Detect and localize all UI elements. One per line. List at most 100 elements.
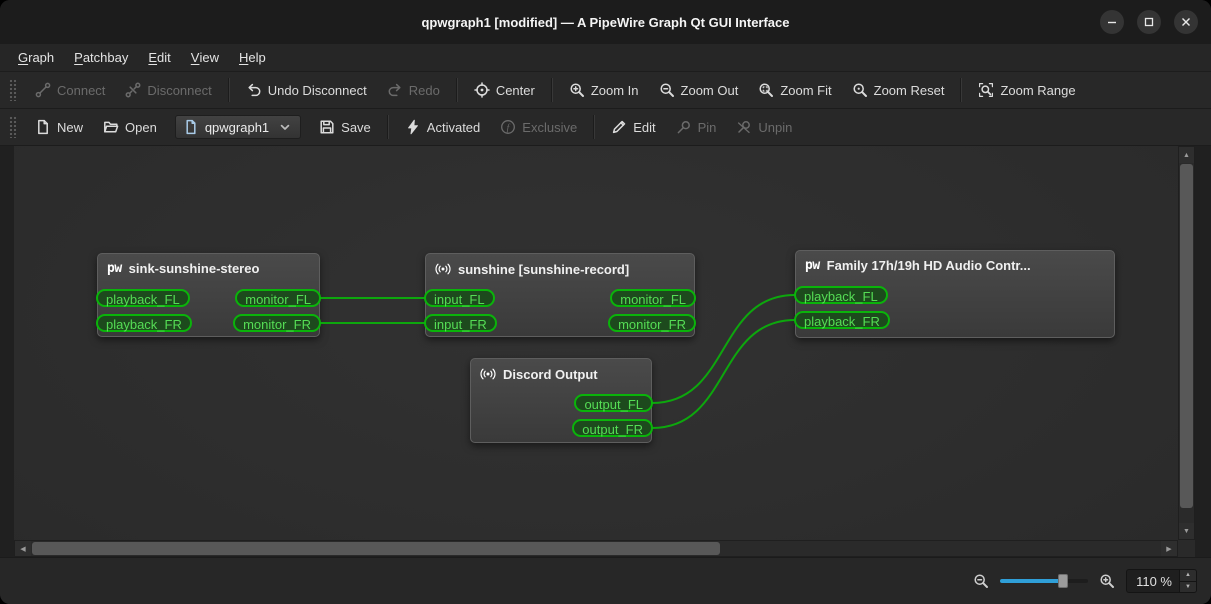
pin-icon [676, 119, 692, 135]
titlebar: qpwgraph1 [modified] — A PipeWire Graph … [0, 0, 1211, 44]
toolbar-button-label: Exclusive [522, 119, 578, 135]
toolbar-button-label: Save [341, 119, 371, 135]
toolbar-separator [593, 115, 596, 139]
port-playback_FR[interactable]: playback_FR [96, 314, 192, 332]
chevron-down-icon [277, 119, 293, 135]
port-monitor_FL[interactable]: monitor_FL [610, 289, 696, 307]
port-input_FR[interactable]: input_FR [424, 314, 497, 332]
maximize-icon [1144, 15, 1154, 30]
close-icon [1181, 15, 1191, 30]
scroll-down-button[interactable]: ▼ [1179, 523, 1194, 539]
close-button[interactable] [1174, 10, 1198, 34]
toolbar-button-new[interactable]: New [26, 114, 92, 140]
toolbar-drag-handle[interactable] [9, 116, 17, 138]
vertical-scroll-track[interactable] [1180, 164, 1193, 522]
toolbar-button-save[interactable]: Save [310, 114, 380, 140]
toolbar-button-zoom-reset[interactable]: Zoom Reset [843, 77, 954, 103]
toolbar-button-label: Pin [697, 119, 717, 135]
main-area: pw sink-sunshine-stereo playback_FL playbac… [0, 146, 1211, 557]
node-title: Family 17h/19h HD Audio Contr... [826, 258, 1031, 273]
vertical-scroll-thumb[interactable] [1180, 164, 1193, 508]
toolbar-separator [550, 78, 553, 102]
disconnect-icon [125, 82, 141, 98]
horizontal-scrollbar[interactable]: ◀ ▶ [14, 540, 1178, 557]
zoom-spin-arrows: ▲ ▼ [1179, 570, 1196, 592]
toolbar-button-label: Zoom Fit [780, 82, 832, 98]
toolbar-button-label: Connect [57, 82, 106, 98]
zoom-in-icon[interactable] [1099, 573, 1115, 589]
toolbar-drag-handle[interactable] [9, 79, 17, 101]
port-monitor_FR[interactable]: monitor_FR [608, 314, 696, 332]
toolbar-button-label: Unpin [758, 119, 793, 135]
port-output_FL[interactable]: output_FL [574, 394, 653, 412]
menu-edit[interactable]: Edit [138, 44, 180, 71]
node-family-hd-audio[interactable]: pw Family 17h/19h HD Audio Contr... playba… [794, 250, 1115, 338]
center-icon [474, 82, 490, 98]
vertical-scrollbar[interactable]: ▲ ▼ [1178, 146, 1195, 540]
toolbar-button-zoom-range[interactable]: Zoom Range [969, 77, 1084, 103]
svg-text:f: f [507, 122, 511, 133]
menu-patchbay[interactable]: Patchbay [64, 44, 138, 71]
zoom-slider[interactable] [1000, 572, 1089, 590]
node-sunshine[interactable]: sunshine [sunshine-record] input_FL input_… [424, 253, 696, 337]
redo-icon [387, 82, 403, 98]
unpin-icon [736, 119, 752, 135]
connect-icon [35, 82, 51, 98]
toolbar-button-redo: Redo [378, 77, 449, 103]
window-title: qpwgraph1 [modified] — A PipeWire Graph … [421, 14, 790, 30]
horizontal-scroll-thumb[interactable] [32, 542, 721, 555]
toolbar-button-label: Zoom Range [1000, 82, 1076, 98]
minimize-icon [1107, 15, 1117, 30]
zoom-slider-handle[interactable] [1058, 574, 1069, 588]
port-playback_FR[interactable]: playback_FR [794, 311, 890, 329]
toolbar-button-label: Zoom Out [680, 82, 739, 98]
toolbar-button-label: Undo Disconnect [267, 82, 367, 98]
spin-up-button[interactable]: ▲ [1180, 570, 1196, 582]
toolbar-button-zoom-out[interactable]: Zoom Out [650, 77, 748, 103]
zoom-in-icon [569, 82, 585, 98]
minimize-button[interactable] [1100, 10, 1124, 34]
zoom-range-icon [978, 82, 994, 98]
port-playback_FL[interactable]: playback_FL [96, 289, 190, 307]
toolbar-button-edit[interactable]: Edit [602, 114, 664, 140]
audio-app-icon [480, 366, 496, 382]
toolbar-button-center[interactable]: Center [465, 77, 544, 103]
toolbar-button-activated[interactable]: Activated [396, 114, 489, 140]
node-title: Discord Output [503, 366, 598, 382]
port-monitor_FR[interactable]: monitor_FR [233, 314, 321, 332]
menu-view[interactable]: View [181, 44, 229, 71]
horizontal-scroll-track[interactable] [32, 542, 1160, 555]
port-playback_FL[interactable]: playback_FL [794, 286, 888, 304]
port-monitor_FL[interactable]: monitor_FL [235, 289, 321, 307]
zoom-out-icon[interactable] [973, 573, 989, 589]
zoom-spinbox[interactable]: 110 % ▲ ▼ [1126, 569, 1197, 593]
toolbar-button-connect: Connect [26, 77, 114, 103]
scroll-right-button[interactable]: ▶ [1161, 541, 1177, 556]
node-title: sink-sunshine-stereo [128, 261, 260, 276]
connection-wires [319, 294, 796, 429]
zoom-reset-icon [852, 82, 868, 98]
port-input_FL[interactable]: input_FL [424, 289, 495, 307]
node-discord-output[interactable]: Discord Output output_FL output_FR [470, 358, 653, 443]
maximize-button[interactable] [1137, 10, 1161, 34]
patchbay-file-combo[interactable]: qpwgraph1 [174, 115, 302, 139]
toolbar-button-zoom-fit[interactable]: Zoom Fit [749, 77, 840, 103]
toolbar-button-label: Redo [408, 82, 440, 98]
toolbar-button-open[interactable]: Open [94, 114, 166, 140]
undo-icon [246, 82, 262, 98]
toolbar-button-undo-disconnect[interactable]: Undo Disconnect [237, 77, 376, 103]
menu-graph[interactable]: Graph [8, 44, 64, 71]
toolbar-button-label: Zoom In [590, 82, 639, 98]
zoom-out-icon [659, 82, 675, 98]
port-output_FR[interactable]: output_FR [572, 419, 653, 437]
node-sink-sunshine-stereo[interactable]: pw sink-sunshine-stereo playback_FL playbac… [96, 253, 321, 337]
scroll-up-button[interactable]: ▲ [1179, 147, 1194, 163]
toolbar-button-zoom-in[interactable]: Zoom In [560, 77, 648, 103]
graph-canvas[interactable]: pw sink-sunshine-stereo playback_FL playbac… [14, 146, 1178, 540]
toolbar-button-label: Edit [633, 119, 656, 135]
toolbar-button-unpin: Unpin [727, 114, 801, 140]
scroll-left-button[interactable]: ◀ [15, 541, 31, 556]
menu-help[interactable]: Help [229, 44, 276, 71]
spin-down-button[interactable]: ▼ [1180, 581, 1196, 592]
zoom-fit-icon [758, 82, 774, 98]
